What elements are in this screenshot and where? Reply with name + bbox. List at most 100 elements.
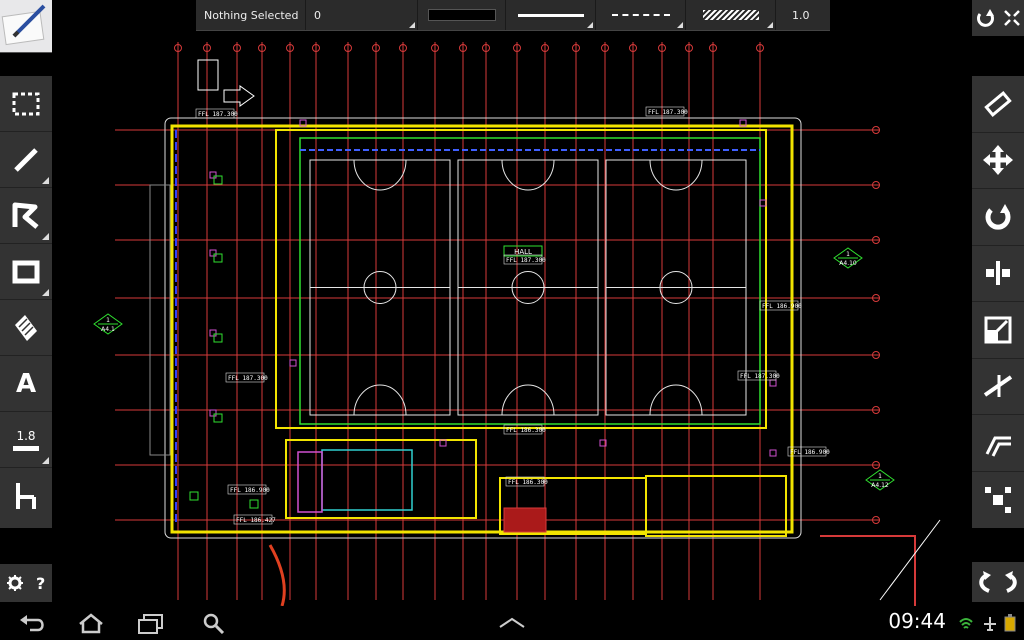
- color-dropdown[interactable]: [418, 0, 506, 30]
- chevron-down-icon: [409, 22, 415, 28]
- trim-tool[interactable]: [972, 359, 1024, 415]
- lineweight-label: 1.8: [16, 428, 36, 443]
- dashed-line-icon: [611, 14, 670, 16]
- home-icon[interactable]: [76, 612, 106, 634]
- recent-apps-icon[interactable]: [136, 612, 166, 634]
- explode-icon: [985, 486, 1011, 513]
- ffl-label: FFL 186.900: [762, 303, 802, 310]
- lineweight-bar-icon: [13, 445, 39, 451]
- floor-plan-drawing[interactable]: HALLFFL 187.300 FFL 187.300FFL 187.300FFL…: [0, 0, 1024, 606]
- stair-red: [503, 507, 547, 533]
- select-rectangle-tool[interactable]: [0, 76, 52, 132]
- office-rooms: [645, 475, 787, 537]
- scale-tool[interactable]: [972, 302, 1024, 359]
- dashed-rect-icon: [12, 92, 40, 115]
- hatch-icon: [15, 314, 37, 341]
- chevron-down-icon: [42, 233, 49, 240]
- rotate-tool[interactable]: [972, 189, 1024, 246]
- erase-tool[interactable]: [972, 76, 1024, 133]
- section-number: 1: [878, 473, 882, 480]
- ffl-label: FFL 187.300: [648, 109, 688, 116]
- right-tool-palette: [972, 76, 1024, 528]
- offset-icon: [985, 436, 1011, 457]
- fullscreen-exit-icon[interactable]: [1003, 9, 1021, 27]
- layer-dropdown[interactable]: 0: [306, 0, 418, 30]
- hatch-tool[interactable]: [0, 300, 52, 356]
- back-icon[interactable]: [18, 612, 48, 634]
- search-icon[interactable]: [202, 612, 226, 634]
- polyline-tool[interactable]: [0, 188, 52, 244]
- line-tool[interactable]: [0, 132, 52, 188]
- chevron-up-icon[interactable]: [497, 616, 527, 630]
- trim-icon: [983, 375, 1013, 398]
- battery-icon: [1004, 614, 1016, 632]
- help-icon[interactable]: ?: [36, 574, 45, 593]
- section-sheet-ref: A4.12: [871, 482, 889, 489]
- ffl-label: FFL 186.300: [508, 479, 548, 486]
- selection-dropdown[interactable]: Nothing Selected: [196, 0, 306, 30]
- chevron-down-icon: [677, 22, 683, 28]
- scale-field[interactable]: 1.0: [776, 0, 830, 30]
- left-tool-palette: A 1.8: [0, 76, 52, 528]
- door-tag: [289, 359, 297, 367]
- bottom-left-controls: ?: [0, 564, 52, 602]
- gear-icon[interactable]: [6, 575, 23, 591]
- ffl-label: FFL 187.300: [740, 373, 780, 380]
- room-tag: [213, 333, 223, 343]
- mirror-tool[interactable]: [972, 246, 1024, 302]
- mirror-icon: [986, 261, 1010, 286]
- lineweight-tool[interactable]: 1.8: [0, 412, 52, 468]
- system-navigation-bar: [0, 606, 1024, 640]
- chevron-down-icon: [42, 289, 49, 296]
- dimension-tool[interactable]: [0, 468, 52, 524]
- undo-arrow-icon[interactable]: [977, 571, 993, 593]
- offset-tool[interactable]: [972, 415, 1024, 472]
- text-tool[interactable]: A: [0, 356, 52, 412]
- color-swatch: [427, 9, 496, 21]
- scale-icon: [984, 316, 1012, 344]
- rectangle-tool[interactable]: [0, 244, 52, 300]
- toilets-block: [321, 449, 413, 511]
- chevron-down-icon: [42, 177, 49, 184]
- app-logo[interactable]: [0, 0, 52, 53]
- ffl-label: FFL 187.300: [198, 111, 238, 118]
- room-tag: [213, 253, 223, 263]
- curved-wall: [268, 544, 286, 606]
- section-number: 1: [846, 251, 850, 258]
- solid-line-icon: [517, 13, 584, 17]
- lineweight-dropdown[interactable]: [506, 0, 596, 30]
- section-sheet-ref: A4.10: [839, 260, 857, 267]
- hall-wall: [275, 129, 767, 429]
- side-stair: [149, 184, 171, 456]
- line-icon: [14, 147, 38, 172]
- door-tag: [209, 409, 217, 417]
- ffl-label: FFL 186.900: [790, 449, 830, 456]
- move-arrows-icon: [983, 145, 1013, 176]
- chevron-down-icon: [767, 22, 773, 28]
- move-tool[interactable]: [972, 133, 1024, 189]
- explode-tool[interactable]: [972, 472, 1024, 529]
- redo-arrow-icon[interactable]: [1003, 571, 1019, 593]
- hatch-pattern-dropdown[interactable]: [686, 0, 776, 30]
- eraser-icon: [984, 90, 1012, 117]
- diagonal-line: [879, 519, 941, 601]
- section-sheet-ref: A4.1: [101, 326, 115, 333]
- layer-value: 0: [314, 8, 321, 22]
- properties-toolbar: Nothing Selected 0 1.0: [196, 0, 830, 31]
- room-tag: [213, 413, 223, 423]
- airplane-mode-icon: [984, 617, 996, 631]
- drawing-canvas[interactable]: HALL FFL 187.300 FFL 187.300 FFL 187.300 FFL…: [0, 0, 1024, 606]
- text-tool-label: A: [15, 368, 37, 399]
- stair-left: [297, 451, 323, 513]
- undo-icon[interactable]: [976, 8, 996, 28]
- ffl-label: FFL 186.900: [230, 487, 270, 494]
- door-tag: [769, 449, 777, 457]
- scale-value: 1.0: [792, 8, 810, 22]
- linetype-dropdown[interactable]: [596, 0, 686, 30]
- ffl-label: FFL 187.300: [228, 375, 268, 382]
- dimension-icon: [16, 483, 36, 509]
- polyline-icon: [12, 202, 39, 229]
- door-tag: [769, 379, 777, 387]
- wifi-icon: [959, 618, 973, 629]
- selection-label: Nothing Selected: [204, 8, 299, 22]
